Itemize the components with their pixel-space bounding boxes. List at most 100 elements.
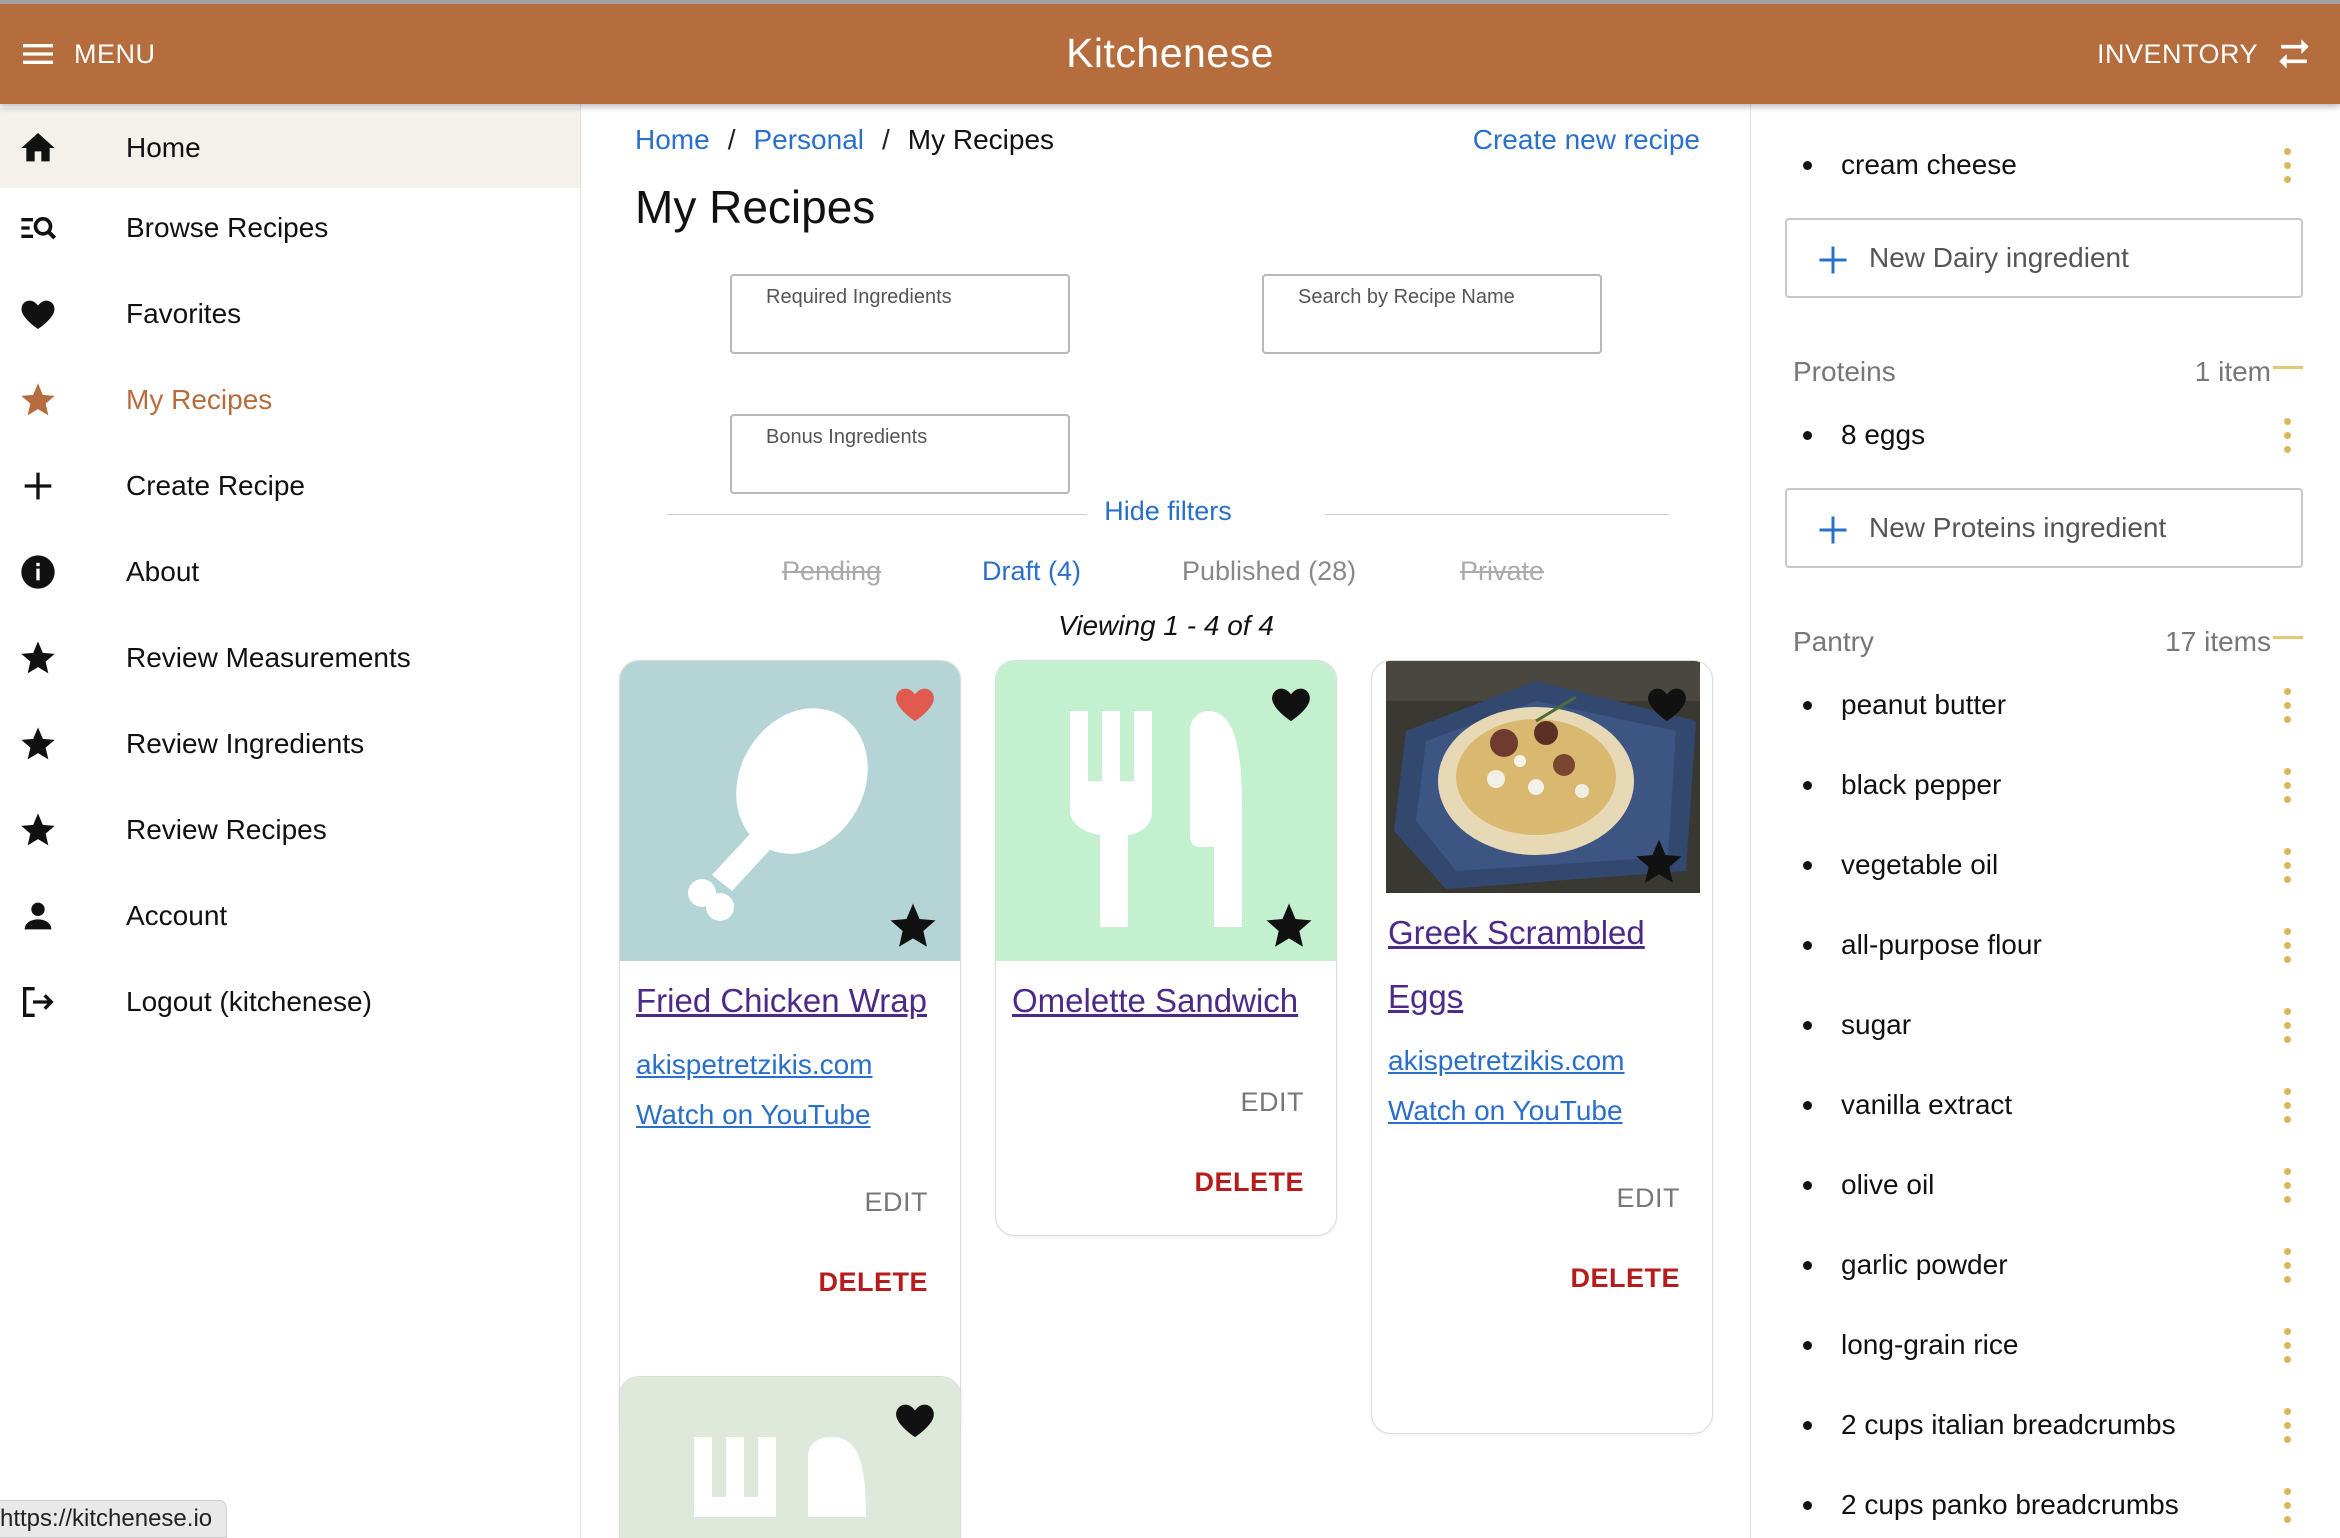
inventory-item-name: peanut butter — [1841, 689, 2007, 720]
more-vert-icon[interactable] — [2277, 416, 2297, 456]
bullet — [1803, 1261, 1812, 1270]
hide-filters-divider: Hide filters — [667, 494, 1669, 534]
new-proteins-ingredient-button[interactable]: New Proteins ingredient — [1785, 488, 2303, 568]
recipe-source-link[interactable]: akispetretzikis.com — [1388, 1045, 1625, 1077]
bullet — [1803, 781, 1812, 790]
heart-icon[interactable] — [1268, 681, 1314, 723]
tab-private[interactable]: Private — [1460, 556, 1544, 587]
sidebar-item-create-recipe[interactable]: Create Recipe — [0, 446, 580, 526]
tab-draft[interactable]: Draft (4) — [982, 556, 1081, 587]
search-recipe-name-field[interactable]: Search by Recipe Name — [1262, 274, 1602, 354]
recipe-card-fried-chicken-wrap: Fried Chicken Wrap akispetretzikis.com W… — [619, 660, 961, 1438]
more-vert-icon[interactable] — [2277, 846, 2297, 886]
heart-icon[interactable] — [1644, 681, 1690, 723]
recipe-title-link[interactable]: Fried Chicken Wrap — [636, 969, 946, 1033]
sidebar-item-review-measurements[interactable]: Review Measurements — [0, 618, 580, 698]
edit-button[interactable]: EDIT — [864, 1187, 928, 1218]
required-ingredients-label: Required Ingredients — [766, 286, 952, 308]
inventory-item-name: sugar — [1841, 1009, 1912, 1040]
more-vert-icon[interactable] — [2277, 1166, 2297, 1206]
inventory-panel: cream cheese New Dairy ingredient Protei… — [1750, 104, 2340, 1538]
heart-icon[interactable] — [892, 1397, 938, 1439]
star-icon[interactable] — [1632, 835, 1686, 889]
sidebar-item-browse-recipes[interactable]: Browse Recipes — [0, 188, 580, 268]
required-ingredients-input[interactable] — [764, 314, 1044, 346]
bullet — [1803, 1421, 1812, 1430]
new-dairy-ingredient-button[interactable]: New Dairy ingredient — [1785, 218, 2303, 298]
sidebar-item-home[interactable]: Home — [0, 108, 580, 188]
sidebar-item-label: Create Recipe — [126, 470, 305, 501]
more-vert-icon[interactable] — [2277, 1006, 2297, 1046]
recipe-card-omelette-sandwich: Omelette Sandwich EDIT DELETE — [995, 660, 1337, 1236]
sidebar-item-label: About — [126, 556, 200, 587]
menu-button[interactable]: MENU — [18, 32, 156, 76]
edit-button[interactable]: EDIT — [1616, 1183, 1680, 1214]
bullet — [1803, 1181, 1812, 1190]
inventory-item-name: vanilla extract — [1841, 1089, 2013, 1120]
more-vert-icon[interactable] — [2277, 1246, 2297, 1286]
breadcrumb-personal[interactable]: Personal — [753, 124, 864, 156]
edit-button[interactable]: EDIT — [1240, 1087, 1304, 1118]
inventory-item: 8 eggs — [1751, 406, 2340, 466]
bonus-ingredients-field[interactable]: Bonus Ingredients — [730, 414, 1070, 494]
search-list-icon — [18, 208, 58, 248]
search-recipe-name-input[interactable] — [1296, 314, 1576, 346]
category-header-proteins[interactable]: Proteins 1 item — [1751, 348, 2340, 398]
tab-published[interactable]: Published (28) — [1182, 556, 1356, 587]
delete-button[interactable]: DELETE — [1194, 1167, 1304, 1198]
bullet — [1803, 941, 1812, 950]
delete-button[interactable]: DELETE — [818, 1267, 928, 1298]
recipe-title-link[interactable]: Omelette Sandwich — [1012, 969, 1322, 1033]
star-icon[interactable] — [886, 899, 940, 953]
more-vert-icon[interactable] — [2277, 1486, 2297, 1526]
collapse-icon[interactable] — [2273, 636, 2303, 639]
inventory-item-name: 2 cups panko breadcrumbs — [1841, 1489, 2179, 1520]
inventory-item-name: all-purpose flour — [1841, 929, 2042, 960]
hide-filters-button[interactable]: Hide filters — [1098, 496, 1238, 526]
more-vert-icon[interactable] — [2277, 766, 2297, 806]
more-vert-icon[interactable] — [2277, 146, 2297, 186]
inventory-item: vanilla extract — [1751, 1076, 2340, 1136]
more-vert-icon[interactable] — [2277, 1086, 2297, 1126]
create-new-recipe-link[interactable]: Create new recipe — [1473, 124, 1700, 156]
category-name: Proteins — [1793, 356, 1896, 387]
sidebar-item-label: Account — [126, 900, 228, 931]
required-ingredients-field[interactable]: Required Ingredients — [730, 274, 1070, 354]
bullet — [1803, 161, 1812, 170]
recipe-title-link-line2[interactable]: Eggs — [1388, 965, 1698, 1029]
sidebar-item-label: Home — [126, 132, 201, 163]
recipe-source-link[interactable]: akispetretzikis.com — [636, 1049, 873, 1081]
more-vert-icon[interactable] — [2277, 1406, 2297, 1446]
watch-on-youtube-link[interactable]: Watch on YouTube — [636, 1099, 871, 1131]
watch-on-youtube-link[interactable]: Watch on YouTube — [1388, 1095, 1623, 1127]
viewing-count: Viewing 1 - 4 of 4 — [1058, 610, 1274, 641]
tab-pending[interactable]: Pending — [782, 556, 881, 587]
bonus-ingredients-input[interactable] — [764, 454, 1044, 486]
sidebar-item-review-ingredients[interactable]: Review Ingredients — [0, 704, 580, 784]
plus-icon — [1819, 246, 1847, 274]
sidebar-item-about[interactable]: About — [0, 532, 580, 612]
more-vert-icon[interactable] — [2277, 1326, 2297, 1366]
sidebar-item-my-recipes[interactable]: My Recipes — [0, 360, 580, 440]
sidebar-item-review-recipes[interactable]: Review Recipes — [0, 790, 580, 870]
inventory-item: sugar — [1751, 996, 2340, 1056]
plus-icon — [1819, 516, 1847, 544]
more-vert-icon[interactable] — [2277, 926, 2297, 966]
category-count: 17 items — [2165, 626, 2271, 657]
star-icon[interactable] — [1262, 899, 1316, 953]
sidebar-item-label: Logout (kitchenese) — [126, 986, 372, 1017]
star-icon — [18, 380, 58, 420]
inventory-item-name: 2 cups italian breadcrumbs — [1841, 1409, 2176, 1440]
breadcrumb-home[interactable]: Home — [635, 124, 710, 156]
more-vert-icon[interactable] — [2277, 686, 2297, 726]
delete-button[interactable]: DELETE — [1570, 1263, 1680, 1294]
sidebar-item-favorites[interactable]: Favorites — [0, 274, 580, 354]
inventory-button[interactable]: INVENTORY — [2097, 32, 2316, 76]
heart-icon[interactable] — [892, 681, 938, 723]
sidebar-nav: Home Browse Recipes Favorites My Recipes… — [0, 104, 581, 1538]
collapse-icon[interactable] — [2273, 366, 2303, 369]
category-header-pantry[interactable]: Pantry 17 items — [1751, 618, 2340, 668]
recipe-title-link-line1[interactable]: Greek Scrambled — [1388, 901, 1698, 965]
sidebar-item-account[interactable]: Account — [0, 876, 580, 956]
sidebar-item-logout[interactable]: Logout (kitchenese) — [0, 962, 580, 1042]
